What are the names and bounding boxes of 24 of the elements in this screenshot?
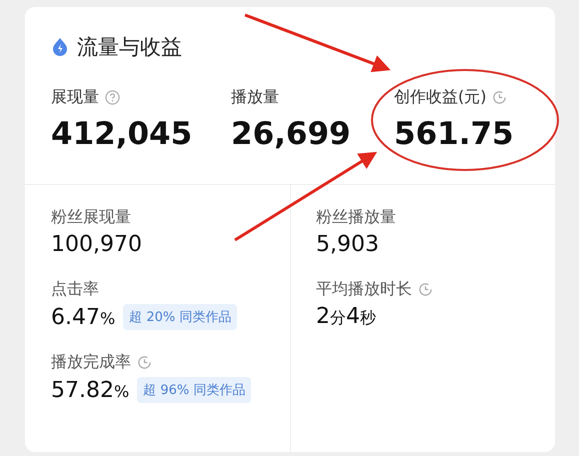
clock-icon[interactable] <box>492 90 508 105</box>
metric-label: 粉丝展现量 <box>51 207 131 228</box>
stat-label: 创作收益(元) <box>394 87 486 108</box>
metric-value: 5,903 <box>316 232 379 257</box>
comparison-tag: 超 20% 同类作品 <box>123 304 238 330</box>
card-title: 流量与收益 <box>77 34 182 61</box>
stat-value: 561.75 <box>394 116 515 152</box>
stat-value: 412,045 <box>51 116 194 152</box>
stat-label: 播放量 <box>231 87 279 108</box>
clock-icon[interactable] <box>137 355 152 370</box>
metric-label: 点击率 <box>51 279 99 300</box>
metric-value: 6.47% <box>51 304 116 330</box>
metric-label: 粉丝播放量 <box>316 207 396 228</box>
metric-label: 播放完成率 <box>51 352 131 373</box>
help-icon[interactable] <box>105 90 120 105</box>
metric-value: 57.82% <box>51 378 130 402</box>
lightning-icon <box>51 37 69 57</box>
metric-label: 平均播放时长 <box>316 279 412 300</box>
comparison-tag: 超 96% 同类作品 <box>137 377 252 403</box>
stat-label: 展现量 <box>51 87 99 108</box>
clock-icon[interactable] <box>418 282 433 297</box>
metric-value: 100,970 <box>51 232 142 257</box>
metric-value: 2分4秒 <box>316 304 376 329</box>
stat-value: 26,699 <box>231 116 352 152</box>
